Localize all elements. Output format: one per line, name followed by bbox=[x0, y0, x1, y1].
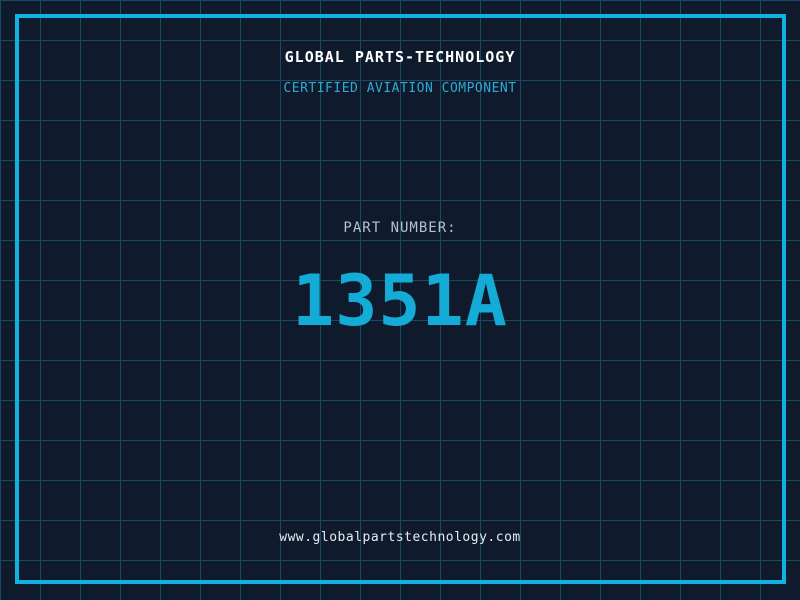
part-number-label: PART NUMBER: bbox=[343, 220, 457, 236]
certification-tagline: CERTIFIED AVIATION COMPONENT bbox=[283, 81, 517, 96]
part-certificate-page: GLOBAL PARTS-TECHNOLOGY CERTIFIED AVIATI… bbox=[0, 0, 800, 600]
website-url: www.globalpartstechnology.com bbox=[279, 530, 521, 545]
part-number-value: 1351A bbox=[292, 260, 508, 342]
company-name: GLOBAL PARTS-TECHNOLOGY bbox=[284, 48, 516, 66]
